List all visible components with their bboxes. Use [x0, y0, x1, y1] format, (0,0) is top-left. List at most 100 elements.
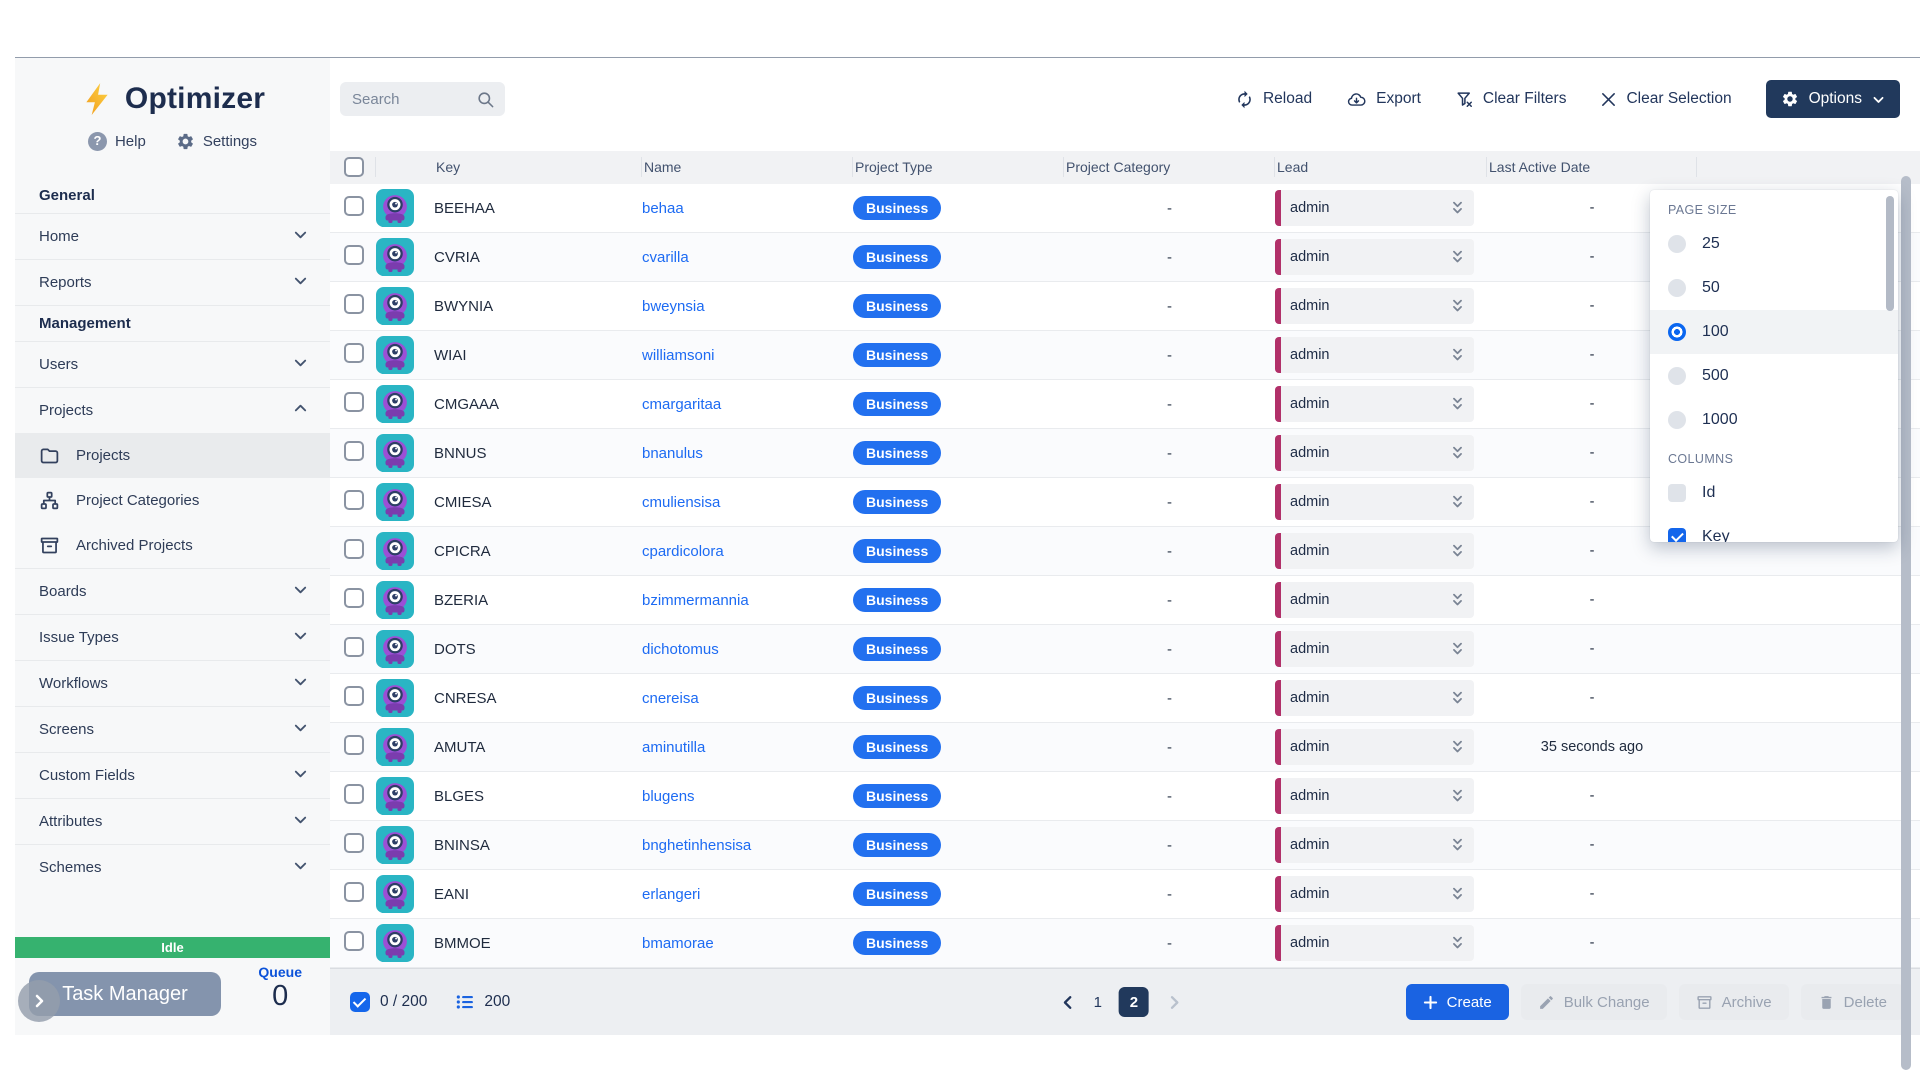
column-header-project-category[interactable]: Project Category: [1064, 157, 1275, 177]
lead-select[interactable]: admin: [1275, 386, 1474, 422]
sidebar-item-screens[interactable]: Screens: [15, 706, 330, 752]
page-size-option-1000[interactable]: 1000: [1650, 398, 1898, 442]
lead-select[interactable]: admin: [1275, 680, 1474, 716]
row-checkbox[interactable]: [344, 441, 364, 461]
delete-button[interactable]: Delete: [1801, 984, 1904, 1020]
sidebar-item-projects-sub[interactable]: Projects: [15, 433, 330, 478]
sidebar-item-attributes[interactable]: Attributes: [15, 798, 330, 844]
project-name-link[interactable]: cnereisa: [642, 690, 699, 707]
lead-select[interactable]: admin: [1275, 729, 1474, 765]
lead-select[interactable]: admin: [1275, 582, 1474, 618]
lead-select[interactable]: admin: [1275, 190, 1474, 226]
page-size-option-25[interactable]: 25: [1650, 222, 1898, 266]
column-header-last-active-date[interactable]: Last Active Date: [1487, 157, 1697, 177]
project-name-link[interactable]: aminutilla: [642, 739, 705, 756]
next-page-button[interactable]: [1166, 994, 1183, 1011]
column-header-key[interactable]: Key: [434, 157, 642, 177]
previous-page-button[interactable]: [1060, 994, 1077, 1011]
page-button-1[interactable]: 1: [1094, 994, 1102, 1011]
row-checkbox[interactable]: [344, 392, 364, 412]
options-button[interactable]: Options: [1766, 80, 1900, 118]
lead-select[interactable]: admin: [1275, 484, 1474, 520]
project-name-link[interactable]: erlangeri: [642, 886, 700, 903]
lead-select[interactable]: admin: [1275, 533, 1474, 569]
row-checkbox[interactable]: [344, 833, 364, 853]
lead-select[interactable]: admin: [1275, 827, 1474, 863]
expand-sidebar-button[interactable]: [18, 980, 60, 1022]
page-size-option-100[interactable]: 100: [1650, 310, 1898, 354]
column-header-lead[interactable]: Lead: [1275, 157, 1487, 177]
row-checkbox[interactable]: [344, 539, 364, 559]
row-checkbox[interactable]: [344, 343, 364, 363]
project-name-link[interactable]: cpardicolora: [642, 543, 724, 560]
clear-filters-button[interactable]: Clear Filters: [1455, 90, 1567, 109]
project-name-link[interactable]: cvarilla: [642, 249, 689, 266]
sidebar-item-boards[interactable]: Boards: [15, 568, 330, 614]
column-header-project-type[interactable]: Project Type: [853, 157, 1064, 177]
lead-select[interactable]: admin: [1275, 876, 1474, 912]
archive-button[interactable]: Archive: [1679, 984, 1789, 1020]
select-all-checkbox[interactable]: [344, 157, 364, 177]
page-size-option-50[interactable]: 50: [1650, 266, 1898, 310]
sidebar-item-projects[interactable]: Projects: [15, 387, 330, 433]
project-name-link[interactable]: bweynsia: [642, 298, 705, 315]
selection-checkbox[interactable]: [350, 992, 370, 1012]
column-header-name[interactable]: Name: [642, 157, 853, 177]
project-name-link[interactable]: blugens: [642, 788, 695, 805]
lead-select[interactable]: admin: [1275, 778, 1474, 814]
sidebar-item-issue-types[interactable]: Issue Types: [15, 614, 330, 660]
sidebar-item-home[interactable]: Home: [15, 213, 330, 259]
sidebar-item-workflows[interactable]: Workflows: [15, 660, 330, 706]
project-name-link[interactable]: behaa: [642, 200, 684, 217]
row-checkbox[interactable]: [344, 637, 364, 657]
sidebar-item-users[interactable]: Users: [15, 341, 330, 387]
lead-select[interactable]: admin: [1275, 435, 1474, 471]
dropdown-scrollbar[interactable]: [1886, 196, 1894, 311]
column-toggle-key[interactable]: Key: [1650, 515, 1898, 542]
create-button[interactable]: Create: [1406, 984, 1509, 1020]
row-checkbox[interactable]: [344, 784, 364, 804]
lead-select[interactable]: admin: [1275, 925, 1474, 961]
project-name-link[interactable]: cmargaritaa: [642, 396, 721, 413]
row-checkbox[interactable]: [344, 588, 364, 608]
row-checkbox[interactable]: [344, 735, 364, 755]
project-name-link[interactable]: bzimmermannia: [642, 592, 749, 609]
lead-select[interactable]: admin: [1275, 337, 1474, 373]
row-checkbox[interactable]: [344, 294, 364, 314]
row-checkbox[interactable]: [344, 882, 364, 902]
project-name-link[interactable]: bmamorae: [642, 935, 714, 952]
row-checkbox[interactable]: [344, 245, 364, 265]
project-name-link[interactable]: bnanulus: [642, 445, 703, 462]
page-size-option-500[interactable]: 500: [1650, 354, 1898, 398]
project-name-link[interactable]: cmuliensisa: [642, 494, 720, 511]
sidebar-item-schemes[interactable]: Schemes: [15, 844, 330, 890]
bulk-change-button[interactable]: Bulk Change: [1521, 984, 1667, 1020]
project-name-link[interactable]: dichotomus: [642, 641, 719, 658]
project-category-value: -: [1064, 396, 1275, 413]
lead-select[interactable]: admin: [1275, 631, 1474, 667]
lead-select[interactable]: admin: [1275, 288, 1474, 324]
sidebar-item-custom-fields[interactable]: Custom Fields: [15, 752, 330, 798]
last-active-value: -: [1487, 690, 1697, 706]
help-button[interactable]: Help: [88, 132, 146, 151]
row-checkbox[interactable]: [344, 686, 364, 706]
chevron-down-icon: [293, 812, 308, 831]
clear-selection-button[interactable]: Clear Selection: [1600, 90, 1731, 108]
settings-button[interactable]: Settings: [176, 132, 257, 151]
sidebar-item-project-categories[interactable]: Project Categories: [15, 478, 330, 523]
row-checkbox[interactable]: [344, 931, 364, 951]
search-input[interactable]: Search: [340, 82, 505, 116]
sidebar-item-archived-projects[interactable]: Archived Projects: [15, 523, 330, 568]
project-name-link[interactable]: bnghetinhensisa: [642, 837, 751, 854]
page-button-2-current[interactable]: 2: [1119, 987, 1149, 1017]
row-checkbox[interactable]: [344, 196, 364, 216]
project-name-link[interactable]: williamsoni: [642, 347, 715, 364]
row-checkbox[interactable]: [344, 490, 364, 510]
column-toggle-id[interactable]: Id: [1650, 471, 1898, 515]
archive-icon: [39, 535, 60, 556]
export-button[interactable]: Export: [1346, 90, 1421, 109]
vertical-scrollbar[interactable]: [1901, 176, 1911, 1070]
reload-button[interactable]: Reload: [1235, 90, 1312, 109]
lead-select[interactable]: admin: [1275, 239, 1474, 275]
sidebar-item-reports[interactable]: Reports: [15, 259, 330, 305]
